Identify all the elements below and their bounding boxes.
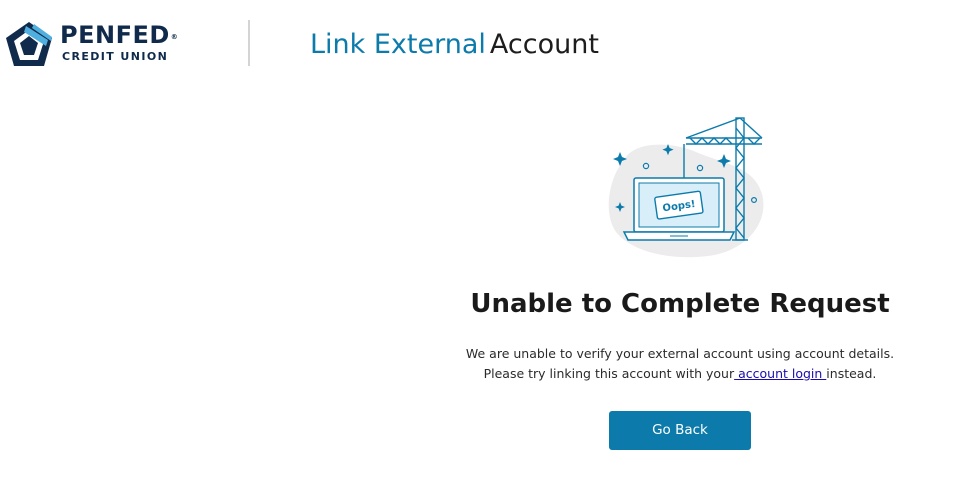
error-message-line1: We are unable to verify your external ac… xyxy=(465,346,895,361)
page-title-part2: Account xyxy=(489,29,599,60)
page-title-part1: Link External xyxy=(310,29,486,60)
page-title: Link External Account xyxy=(310,28,599,62)
penfed-logo[interactable]: PENFED® CREDIT UNION xyxy=(4,16,194,70)
account-login-link[interactable]: account login xyxy=(734,366,826,381)
header: PENFED® CREDIT UNION Link External Accoun… xyxy=(0,0,974,90)
error-message: We are unable to verify your external ac… xyxy=(390,344,970,384)
logo-subtitle: CREDIT UNION xyxy=(62,50,169,63)
page: PENFED® CREDIT UNION Link External Accoun… xyxy=(0,0,974,480)
error-heading: Unable to Complete Request xyxy=(470,289,890,319)
logo-wordmark: PENFED® xyxy=(60,22,178,48)
header-divider xyxy=(248,20,250,66)
registered-mark: ® xyxy=(170,33,179,41)
error-message-line2-suffix: instead. xyxy=(826,366,877,381)
error-message-line2: Please try linking this account with you… xyxy=(390,364,970,384)
error-message-line2-prefix: Please try linking this account with you… xyxy=(483,366,735,381)
penfed-logo-icon xyxy=(6,22,52,66)
error-illustration: Oops! xyxy=(608,117,764,258)
logo-name: PENFED xyxy=(60,21,170,49)
go-back-button[interactable]: Go Back xyxy=(609,411,751,450)
